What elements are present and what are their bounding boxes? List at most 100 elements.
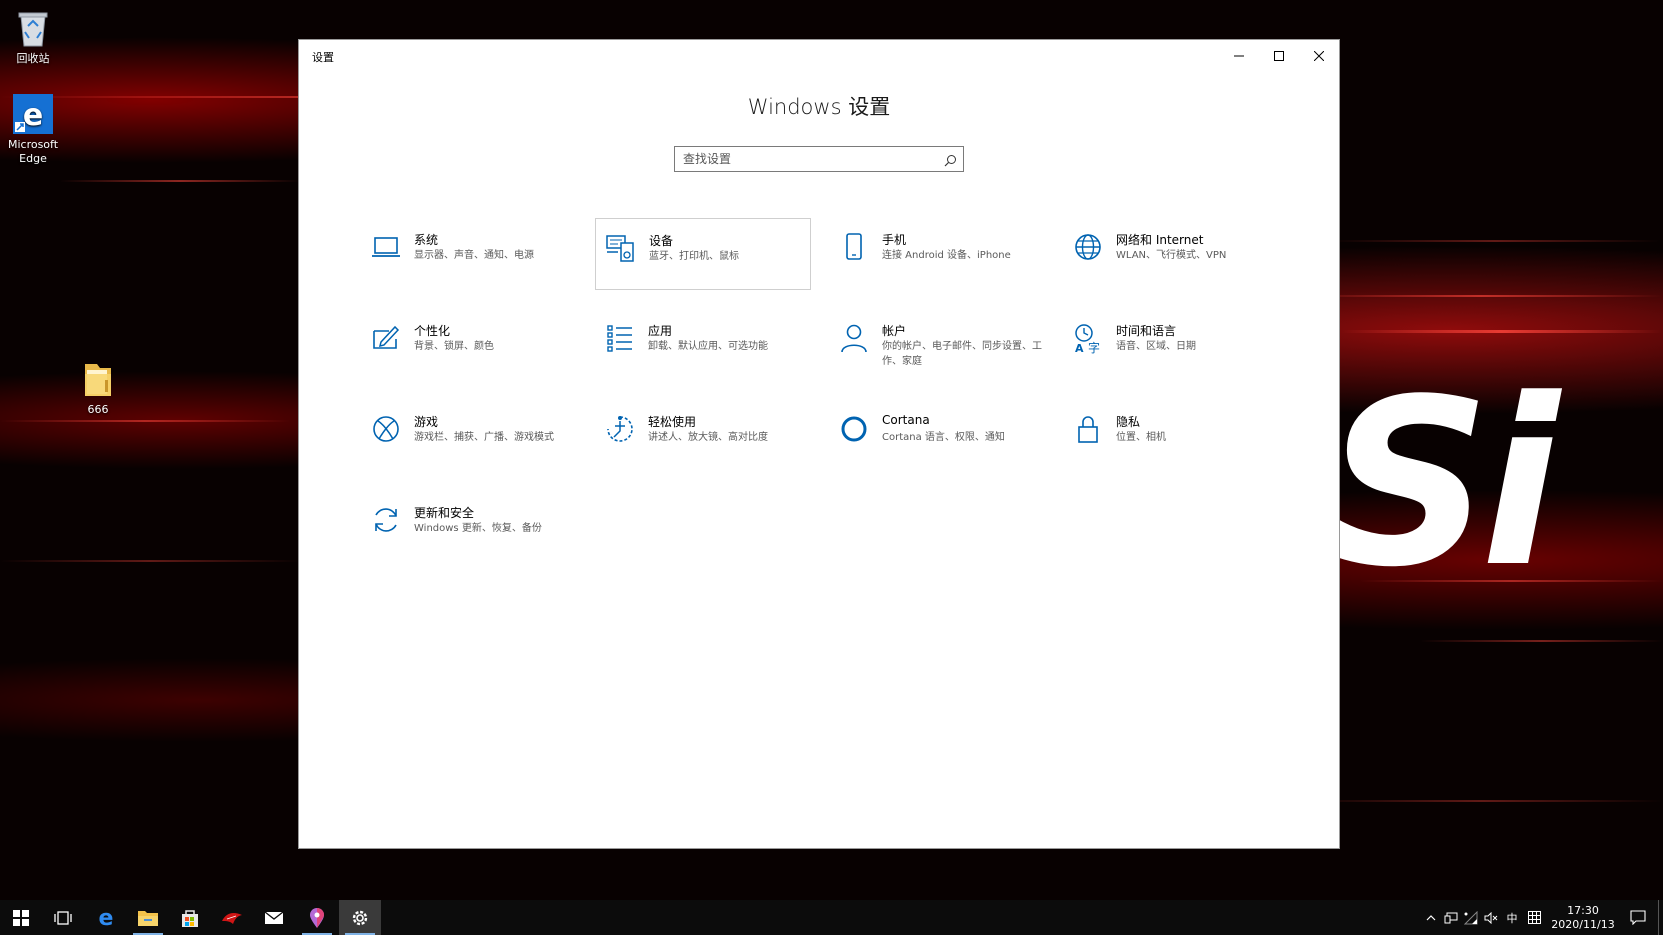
category-accounts[interactable]: 帐户 你的帐户、电子邮件、同步设置、工作、家庭 [829, 309, 1045, 381]
category-desc: 蓝牙、打印机、鼠标 [649, 251, 739, 262]
tray-ime[interactable]: 中 [1502, 900, 1522, 935]
search-icon[interactable] [944, 152, 957, 171]
category-name: 帐户 [882, 324, 907, 338]
category-personalization[interactable]: 个性化 背景、锁屏、颜色 [361, 309, 577, 381]
taskbar-store[interactable] [169, 900, 211, 935]
category-desc: 位置、相机 [1116, 432, 1166, 443]
tray-network[interactable] [1462, 900, 1480, 935]
category-desc: 背景、锁屏、颜色 [414, 341, 494, 352]
wifi-icon [1464, 910, 1478, 924]
settings-window: 设置 Windows 设置 系统 显示器、声音、通知、电源 [299, 40, 1339, 848]
taskbar: e 中 17:30 2020/11/13 [0, 900, 1663, 935]
svg-text:字: 字 [1088, 340, 1100, 355]
category-system[interactable]: 系统 显示器、声音、通知、电源 [361, 218, 577, 290]
show-desktop-button[interactable] [1658, 900, 1659, 935]
category-desc: 语音、区域、日期 [1116, 341, 1196, 352]
category-name: 轻松使用 [648, 415, 697, 429]
category-desc: 游戏栏、捕获、广播、游戏模式 [414, 432, 554, 443]
start-button[interactable] [0, 900, 42, 935]
category-name: 应用 [648, 324, 673, 338]
tray-keyboard[interactable] [1524, 900, 1544, 935]
lock-icon [1071, 412, 1105, 446]
category-desc: Windows 更新、恢复、备份 [414, 523, 542, 534]
time-language-icon: A字 [1071, 321, 1105, 355]
category-apps[interactable]: 应用 卸载、默认应用、可选功能 [595, 309, 811, 381]
category-update-security[interactable]: 更新和安全 Windows 更新、恢复、备份 [361, 491, 577, 563]
volume-muted-icon [1484, 911, 1498, 924]
close-icon [1314, 51, 1324, 61]
category-network[interactable]: 网络和 Internet WLAN、飞行模式、VPN [1063, 218, 1279, 290]
clock-date: 2020/11/13 [1551, 918, 1615, 931]
category-name: 系统 [414, 233, 439, 247]
msi-logo: Si [1325, 351, 1559, 618]
taskbar-msi-app[interactable] [211, 900, 253, 935]
category-name: 隐私 [1116, 415, 1141, 429]
taskbar-edge[interactable]: e [85, 900, 127, 935]
edge-icon: e [13, 94, 53, 134]
taskbar-settings[interactable] [339, 900, 381, 935]
close-button[interactable] [1299, 40, 1339, 72]
category-desc: 连接 Android 设备、iPhone [882, 250, 1011, 261]
desktop-icon-label: 666 [87, 403, 109, 416]
recycle-bin-icon [13, 8, 53, 48]
search-input[interactable] [683, 148, 933, 170]
location-pin-icon [310, 907, 324, 928]
folder-desktop-icon[interactable]: 666 [58, 359, 138, 417]
show-hidden-icons-button[interactable] [1422, 900, 1440, 935]
ease-of-access-icon [603, 412, 637, 446]
taskbar-file-explorer[interactable] [127, 900, 169, 935]
edge-icon: e [99, 907, 114, 929]
store-bag-icon [182, 909, 198, 927]
apps-list-icon [603, 321, 637, 355]
clock-time: 17:30 [1567, 904, 1599, 917]
task-view-button[interactable] [42, 900, 84, 935]
desktop-icon-label: Microsoft Edge [7, 138, 59, 165]
category-cortana[interactable]: Cortana Cortana 语言、权限、通知 [829, 400, 1045, 472]
window-title: 设置 [312, 51, 334, 64]
category-name: 网络和 Internet [1116, 233, 1204, 247]
person-icon [837, 321, 871, 355]
minimize-button[interactable] [1219, 40, 1259, 72]
category-desc: 卸载、默认应用、可选功能 [648, 341, 768, 352]
category-devices[interactable]: 设备 蓝牙、打印机、鼠标 [595, 218, 811, 290]
maximize-button[interactable] [1259, 40, 1299, 72]
minimize-icon [1234, 55, 1244, 57]
category-name: 设备 [649, 234, 674, 248]
globe-icon [1071, 230, 1105, 264]
edge-desktop-icon[interactable]: e Microsoft Edge [0, 94, 73, 166]
cortana-icon [837, 412, 871, 446]
phone-icon [837, 230, 871, 264]
laptop-icon [369, 230, 403, 264]
grid-keyboard-icon [1527, 911, 1541, 924]
category-privacy[interactable]: 隐私 位置、相机 [1063, 400, 1279, 472]
action-center-button[interactable] [1624, 900, 1652, 935]
notification-icon [1630, 910, 1646, 925]
page-title: Windows 设置 [747, 95, 891, 119]
task-view-icon [54, 910, 72, 925]
category-desc: 显示器、声音、通知、电源 [414, 250, 534, 261]
gear-icon [352, 910, 368, 925]
category-desc: 讲述人、放大镜、高对比度 [648, 432, 768, 443]
paint-icon [369, 321, 403, 355]
taskbar-maps[interactable] [296, 900, 338, 935]
search-box[interactable] [674, 146, 964, 172]
taskbar-mail[interactable] [253, 900, 295, 935]
category-phone[interactable]: 手机 连接 Android 设备、iPhone [829, 218, 1045, 290]
folder-icon [138, 910, 158, 926]
category-name: 时间和语言 [1116, 324, 1177, 338]
category-time-language[interactable]: A字 时间和语言 语音、区域、日期 [1063, 309, 1279, 381]
svg-text:e: e [23, 98, 43, 133]
title-bar[interactable]: 设置 [299, 40, 1339, 72]
clock[interactable]: 17:30 2020/11/13 [1548, 904, 1618, 932]
chevron-up-icon [1426, 914, 1436, 920]
category-name: 个性化 [414, 324, 451, 338]
recycle-bin-desktop-icon[interactable]: 回收站 [0, 8, 73, 66]
devices-icon [604, 231, 638, 265]
category-ease-of-access[interactable]: 轻松使用 讲述人、放大镜、高对比度 [595, 400, 811, 472]
xbox-icon [369, 412, 403, 446]
windows-logo-icon [13, 909, 29, 926]
tray-device[interactable] [1442, 900, 1460, 935]
category-gaming[interactable]: 游戏 游戏栏、捕获、广播、游戏模式 [361, 400, 577, 472]
tray-volume[interactable] [1482, 900, 1500, 935]
category-name: Cortana [882, 413, 930, 427]
